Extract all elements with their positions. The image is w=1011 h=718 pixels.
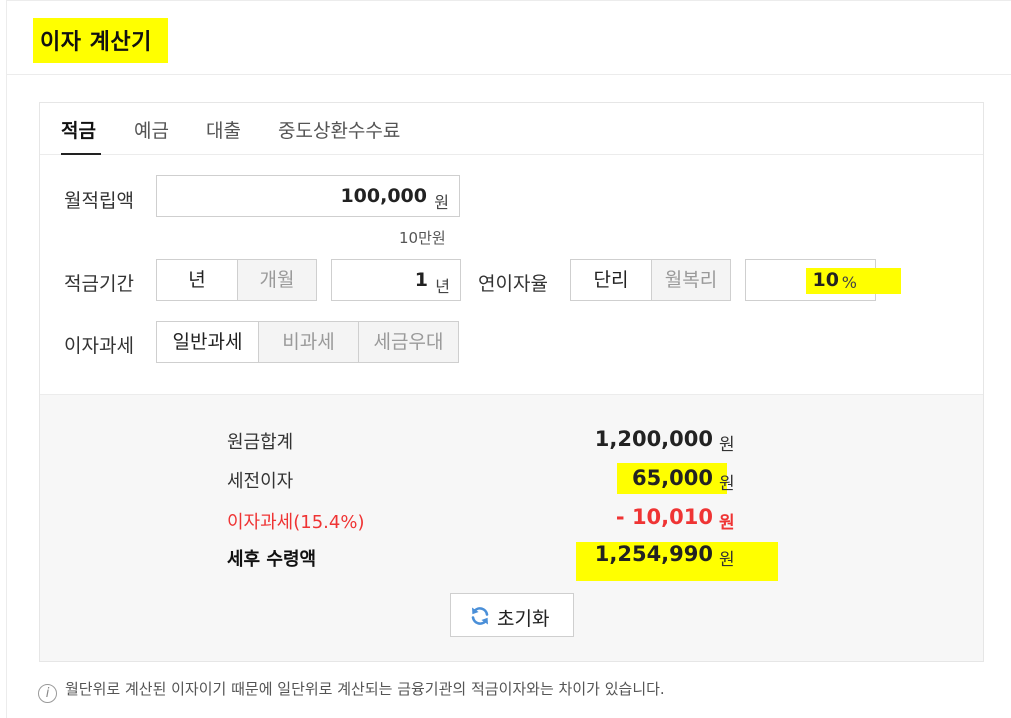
footnote-text: 월단위로 계산된 이자이기 때문에 일단위로 계산되는 금융기관의 적금이자와는…: [65, 680, 665, 698]
tab-loan[interactable]: 대출: [206, 116, 241, 143]
interest-tax-value: - 10,010: [615, 505, 713, 529]
active-tab-indicator: [61, 153, 101, 155]
reset-button[interactable]: 초기화: [450, 593, 574, 637]
tab-prepayment-fee[interactable]: 중도상환수수료: [278, 116, 400, 143]
calculator-card: 적금 예금 대출 중도상환수수료 월적립액 100,000 원 10만원 적금기…: [39, 102, 984, 662]
monthly-amount-unit: 원: [434, 193, 449, 212]
rate-compound-option[interactable]: 월복리: [651, 259, 731, 301]
tax-preferential-option[interactable]: 세금우대: [358, 321, 459, 363]
reset-label: 초기화: [497, 608, 550, 630]
tab-deposit[interactable]: 예금: [134, 116, 169, 143]
pretax-interest-label: 세전이자: [227, 471, 294, 492]
period-input[interactable]: 1 년: [331, 259, 461, 301]
page-title: 이자 계산기: [40, 30, 152, 55]
period-unit: 년: [435, 277, 450, 296]
period-label: 적금기간: [64, 273, 134, 295]
interest-tax-unit: 원: [719, 513, 735, 533]
tax-general-option[interactable]: 일반과세: [156, 321, 259, 363]
principal-value: 1,200,000: [594, 427, 713, 451]
rate-value: 10: [812, 269, 839, 291]
rate-unit: %: [841, 273, 857, 292]
tab-savings[interactable]: 적금: [61, 116, 96, 143]
monthly-amount-label: 월적립액: [64, 190, 134, 212]
period-month-option[interactable]: 개월: [237, 259, 317, 301]
tab-bar: 적금 예금 대출 중도상환수수료: [40, 103, 983, 155]
rate-label: 연이자율: [478, 273, 548, 295]
period-value: 1: [414, 269, 428, 291]
net-amount-value: 1,254,990: [594, 542, 713, 566]
result-panel: 원금합계 1,200,000 원 세전이자 65,000 원 이자과세(15.4…: [40, 394, 983, 661]
info-icon: i: [38, 684, 57, 703]
rate-simple-option[interactable]: 단리: [570, 259, 652, 301]
rate-input[interactable]: 10 %: [745, 259, 901, 301]
monthly-amount-hint: 10만원: [399, 229, 446, 247]
principal-unit: 원: [719, 435, 735, 455]
period-year-option[interactable]: 년: [156, 259, 238, 301]
pretax-interest-unit: 원: [719, 474, 735, 494]
pretax-interest-value: 65,000: [631, 466, 713, 490]
tax-label: 이자과세: [64, 335, 134, 357]
interest-tax-label: 이자과세(15.4%): [227, 512, 365, 533]
net-amount-label: 세후 수령액: [227, 549, 317, 570]
net-amount-unit: 원: [719, 550, 735, 570]
refresh-icon: [471, 607, 489, 625]
monthly-amount-input[interactable]: 100,000 원: [156, 175, 460, 217]
header-divider: [6, 74, 1011, 75]
principal-label: 원금합계: [227, 432, 294, 453]
tax-exempt-option[interactable]: 비과세: [258, 321, 359, 363]
monthly-amount-value: 100,000: [340, 185, 427, 207]
footnote: i 월단위로 계산된 이자이기 때문에 일단위로 계산되는 금융기관의 적금이자와…: [38, 678, 665, 703]
